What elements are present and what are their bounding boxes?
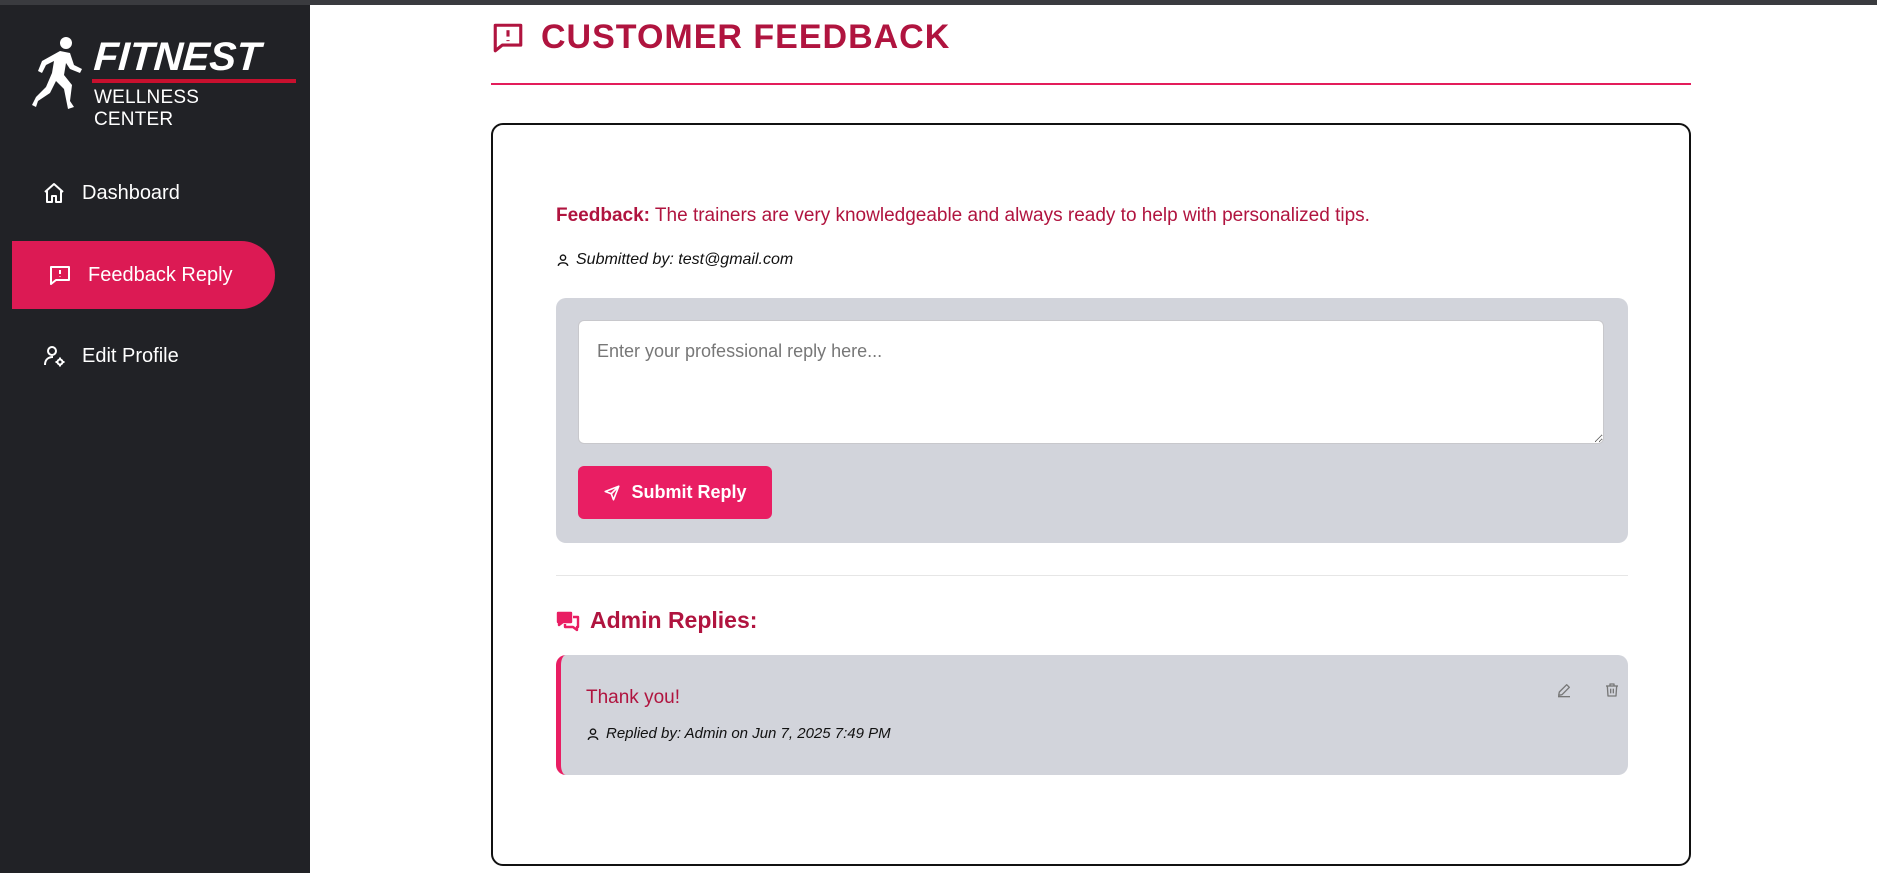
admin-replies-title: Admin Replies: <box>590 607 758 633</box>
brand-subtitle: WELLNESS CENTER <box>94 87 200 130</box>
sidebar-item-edit-profile[interactable]: Edit Profile <box>12 322 275 390</box>
trash-icon <box>1606 683 1618 697</box>
edit-reply-button[interactable] <box>1551 677 1577 703</box>
page-title-text: CUSTOMER FEEDBACK <box>541 18 951 56</box>
reply-form: Submit Reply <box>556 298 1628 543</box>
brand-logo[interactable]: FITNEST WELLNESS CENTER <box>30 33 296 130</box>
submitted-by-text: Submitted by: test@gmail.com <box>576 251 794 268</box>
submit-reply-label: Submit Reply <box>631 482 747 502</box>
sidebar-item-label: Feedback Reply <box>88 263 233 286</box>
send-icon <box>603 484 621 502</box>
admin-replies-heading: Admin Replies: <box>556 607 757 634</box>
feedback-body: The trainers are very knowledgeable and … <box>654 205 1370 226</box>
chat-bubbles-icon <box>556 609 580 633</box>
sidebar-item-feedback-reply[interactable]: Feedback Reply <box>12 241 275 309</box>
submit-reply-button[interactable]: Submit Reply <box>578 466 772 519</box>
feedback-icon <box>491 21 525 55</box>
page-title: CUSTOMER FEEDBACK <box>491 18 950 57</box>
title-divider <box>491 83 1691 85</box>
reply-meta-text: Replied by: Admin on Jun 7, 2025 7:49 PM <box>606 725 891 742</box>
submitted-by: Submitted by: test@gmail.com <box>556 251 793 269</box>
pencil-icon <box>1558 684 1570 698</box>
reply-textarea[interactable] <box>578 320 1604 444</box>
sidebar-item-label: Edit Profile <box>82 344 179 367</box>
home-icon <box>42 181 66 205</box>
user-gear-icon <box>42 344 66 368</box>
delete-reply-button[interactable] <box>1599 677 1625 703</box>
sidebar-item-dashboard[interactable]: Dashboard <box>12 159 275 227</box>
feedback-text: Feedback: The trainers are very knowledg… <box>556 205 1370 227</box>
sidebar-item-label: Dashboard <box>82 181 180 204</box>
feedback-icon <box>48 263 72 287</box>
brand-name: FITNEST <box>92 35 263 79</box>
sidebar: FITNEST WELLNESS CENTER Dashboard Feedba… <box>0 5 310 873</box>
section-divider <box>556 575 1628 576</box>
runner-icon <box>32 37 82 109</box>
reply-text: Thank you! <box>586 687 680 708</box>
user-icon <box>556 253 570 267</box>
reply-item: Thank you! Replied by: Admin on Jun 7, 2… <box>556 655 1628 775</box>
feedback-card: Feedback: The trainers are very knowledg… <box>491 123 1691 866</box>
feedback-label: Feedback: <box>556 205 650 226</box>
brand-underline <box>92 79 296 83</box>
user-icon <box>586 727 600 741</box>
reply-meta: Replied by: Admin on Jun 7, 2025 7:49 PM <box>586 725 891 742</box>
